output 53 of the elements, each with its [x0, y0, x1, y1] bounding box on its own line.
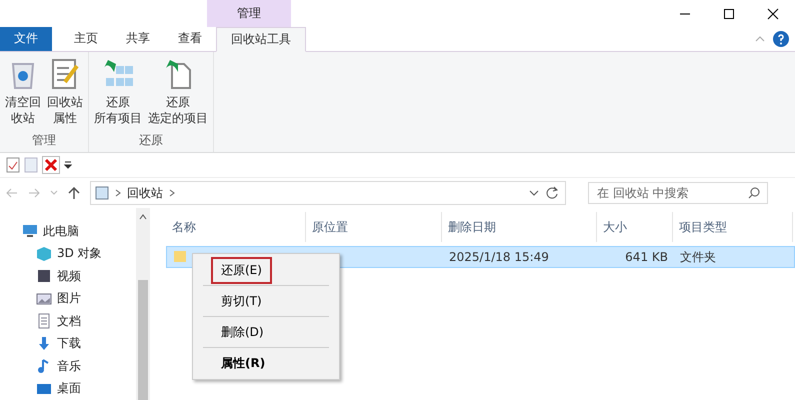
column-header[interactable]: 原位置	[306, 212, 442, 242]
image-icon	[36, 290, 52, 307]
table-cell-text: 文件夹	[679, 248, 717, 266]
column-header[interactable]: 删除日期	[442, 212, 597, 242]
menu-item[interactable]: 属性(R)	[211, 350, 276, 376]
column-header[interactable]: 项目类型	[673, 212, 793, 242]
sidebar-item[interactable]: 文档	[57, 312, 81, 330]
close-icon[interactable]	[767, 8, 779, 20]
breadcrumb[interactable]: 回收站	[127, 184, 163, 202]
ribbon-tab[interactable]: 回收站工具	[216, 27, 306, 52]
ribbon-button[interactable]: 还原选定的项目	[145, 56, 211, 128]
sidebar-item[interactable]: 图片	[57, 290, 81, 308]
up-icon[interactable]	[68, 186, 80, 200]
ribbon-button[interactable]: 回收站属性	[44, 56, 86, 128]
table-cell-text: 641 KB	[624, 250, 669, 264]
chevron-icon[interactable]	[115, 189, 121, 197]
sidebar-item[interactable]: 下载	[57, 335, 81, 352]
search-icon[interactable]	[748, 187, 760, 199]
folder-icon	[173, 248, 187, 262]
document-icon	[36, 313, 52, 330]
scrollbar-thumb[interactable]	[138, 280, 148, 400]
file-tab[interactable]: 文件	[0, 27, 52, 51]
column-header[interactable]: 名称	[166, 212, 306, 242]
help-icon[interactable]	[773, 30, 789, 47]
maximize-icon[interactable]	[723, 8, 735, 20]
contextual-tab-header: 管理	[207, 0, 291, 28]
sidebar-item[interactable]: 音乐	[57, 358, 81, 375]
computer-icon	[22, 223, 38, 240]
scroll-up-icon[interactable]	[139, 214, 148, 220]
properties-icon	[49, 58, 81, 90]
menu-item[interactable]: 剪切(T)	[211, 288, 272, 314]
cube-icon	[36, 246, 52, 262]
group-label: 管理	[31, 132, 57, 149]
sidebar-item[interactable]: 视频	[57, 268, 81, 285]
download-icon	[36, 336, 52, 352]
column-header[interactable]: 大小	[597, 212, 673, 242]
group-label: 还原	[138, 132, 164, 149]
sidebar-item[interactable]: 3D 对象	[57, 245, 102, 262]
dropdown-icon[interactable]	[529, 189, 539, 197]
sidebar-item[interactable]: 此电脑	[43, 222, 79, 240]
dropdown-icon[interactable]	[64, 160, 72, 169]
address-bar[interactable]: 回收站	[90, 181, 566, 205]
ribbon-button[interactable]: 清空回收站	[2, 56, 44, 128]
search-field[interactable]: 在 回收站 中搜索	[588, 182, 768, 204]
table-cell-text: 2025/1/18 15:49	[448, 250, 550, 264]
delete-icon[interactable]	[42, 156, 60, 174]
menu-item[interactable]: 删除(D)	[211, 318, 274, 346]
ribbon-button[interactable]: 还原所有项目	[91, 56, 145, 128]
chevron-icon[interactable]	[169, 189, 175, 197]
menu-item[interactable]: 还原(E)	[211, 256, 272, 284]
properties-icon[interactable]	[6, 156, 20, 173]
refresh-icon[interactable]	[545, 186, 559, 200]
sidebar-item[interactable]: 桌面	[57, 380, 81, 398]
